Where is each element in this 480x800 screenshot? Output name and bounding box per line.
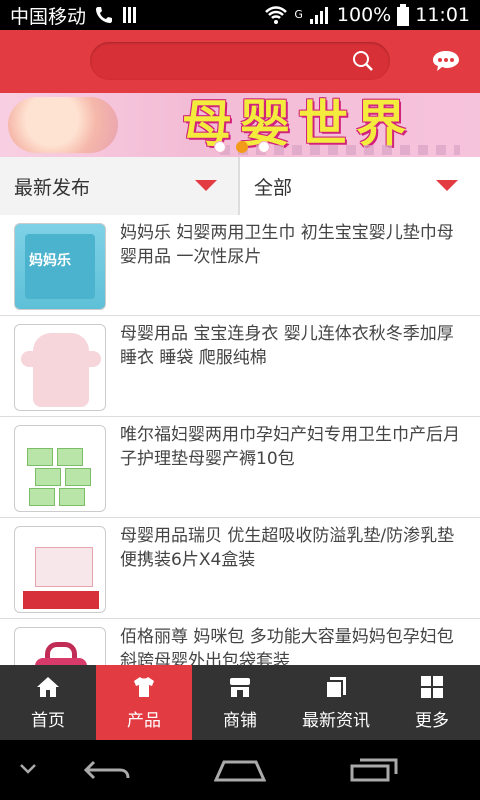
sim-icon xyxy=(123,7,137,23)
status-bar: 中国移动 G 100% 11:01 xyxy=(0,0,480,30)
search-icon[interactable] xyxy=(352,50,374,72)
carousel-dot[interactable] xyxy=(214,141,226,153)
clock: 11:01 xyxy=(415,4,470,26)
product-thumbnail xyxy=(14,425,106,512)
wifi-icon xyxy=(265,6,288,24)
home-nav-icon[interactable] xyxy=(214,756,266,784)
product-title[interactable]: 母婴用品瑞贝 优生超吸收防溢乳垫/防渗乳垫 便携装6片X4盒装 xyxy=(120,524,468,572)
tab-more[interactable]: 更多 xyxy=(384,665,480,740)
list-item[interactable]: 唯尔福妇婴两用巾孕妇产妇专用卫生巾产后月子护理垫母婴产褥10包 xyxy=(0,417,480,518)
tab-label: 首页 xyxy=(31,711,65,731)
chevron-down-icon[interactable] xyxy=(436,180,458,191)
tab-shops[interactable]: 商铺 xyxy=(192,665,288,740)
news-icon xyxy=(325,677,346,699)
carrier-name: 中国移动 xyxy=(10,5,87,28)
list-item[interactable]: 妈妈乐 妈妈乐 妇婴两用卫生巾 初生宝宝婴儿垫巾母婴用品 一次性尿片 xyxy=(0,215,480,316)
battery-icon xyxy=(397,4,410,26)
product-thumbnail: 妈妈乐 xyxy=(14,223,106,310)
product-thumbnail xyxy=(14,526,106,613)
chat-icon[interactable] xyxy=(432,50,460,72)
phone-icon xyxy=(96,7,113,23)
tab-news[interactable]: 最新资讯 xyxy=(288,665,384,740)
list-item[interactable]: 佰格丽尊 妈咪包 多功能大容量妈妈包孕妇包斜跨母婴外出包袋套装 xyxy=(0,619,480,665)
battery-percent: 100% xyxy=(336,4,392,26)
list-item[interactable]: 母婴用品瑞贝 优生超吸收防溢乳垫/防渗乳垫 便携装6片X4盒装 xyxy=(0,518,480,619)
network-type: G xyxy=(294,8,303,21)
home-icon xyxy=(37,677,59,697)
product-title[interactable]: 唯尔福妇婴两用巾孕妇产妇专用卫生巾产后月子护理垫母婴产褥10包 xyxy=(120,423,468,471)
banner-baby-image xyxy=(8,97,118,153)
carousel-dot-active[interactable] xyxy=(236,141,248,153)
signal-icon xyxy=(309,7,328,24)
thumb-text: 妈妈乐 xyxy=(29,253,71,269)
chevron-down-icon[interactable] xyxy=(195,180,217,191)
sort-label: 最新发布 xyxy=(14,176,91,199)
recent-apps-icon[interactable] xyxy=(350,756,398,784)
tab-label: 更多 xyxy=(415,711,449,731)
tab-label: 商铺 xyxy=(223,711,257,731)
product-thumbnail xyxy=(14,627,106,665)
promo-banner[interactable]: 母婴世界 xyxy=(0,93,480,157)
bottom-tab-bar: 首页 产品 商铺 最新资讯 更多 xyxy=(0,665,480,740)
carousel-indicators xyxy=(214,141,270,153)
product-list: 妈妈乐 妈妈乐 妇婴两用卫生巾 初生宝宝婴儿垫巾母婴用品 一次性尿片 母婴用品 … xyxy=(0,215,480,665)
product-title[interactable]: 佰格丽尊 妈咪包 多功能大容量妈妈包孕妇包斜跨母婴外出包袋套装 xyxy=(120,625,468,665)
product-title[interactable]: 妈妈乐 妇婴两用卫生巾 初生宝宝婴儿垫巾母婴用品 一次性尿片 xyxy=(120,221,468,269)
product-title[interactable]: 母婴用品 宝宝连身衣 婴儿连体衣秋冬季加厚睡衣 睡袋 爬服纯棉 xyxy=(120,322,468,370)
search-input[interactable] xyxy=(90,42,390,80)
chevron-down-icon[interactable] xyxy=(18,762,38,776)
category-label: 全部 xyxy=(254,176,293,199)
product-thumbnail xyxy=(14,324,106,411)
filter-bar: 最新发布 全部 xyxy=(0,157,480,215)
tab-home[interactable]: 首页 xyxy=(0,665,96,740)
carousel-dot[interactable] xyxy=(258,141,270,153)
tab-label: 最新资讯 xyxy=(302,711,370,731)
list-item[interactable]: 母婴用品 宝宝连身衣 婴儿连体衣秋冬季加厚睡衣 睡袋 爬服纯棉 xyxy=(0,316,480,417)
system-nav-bar xyxy=(0,740,480,800)
tab-products[interactable]: 产品 xyxy=(96,665,192,740)
back-icon[interactable] xyxy=(82,756,132,784)
grid-icon xyxy=(421,676,443,698)
app-header xyxy=(0,30,480,93)
shop-icon xyxy=(230,678,250,697)
shirt-icon xyxy=(134,677,154,697)
tab-label: 产品 xyxy=(127,711,161,731)
